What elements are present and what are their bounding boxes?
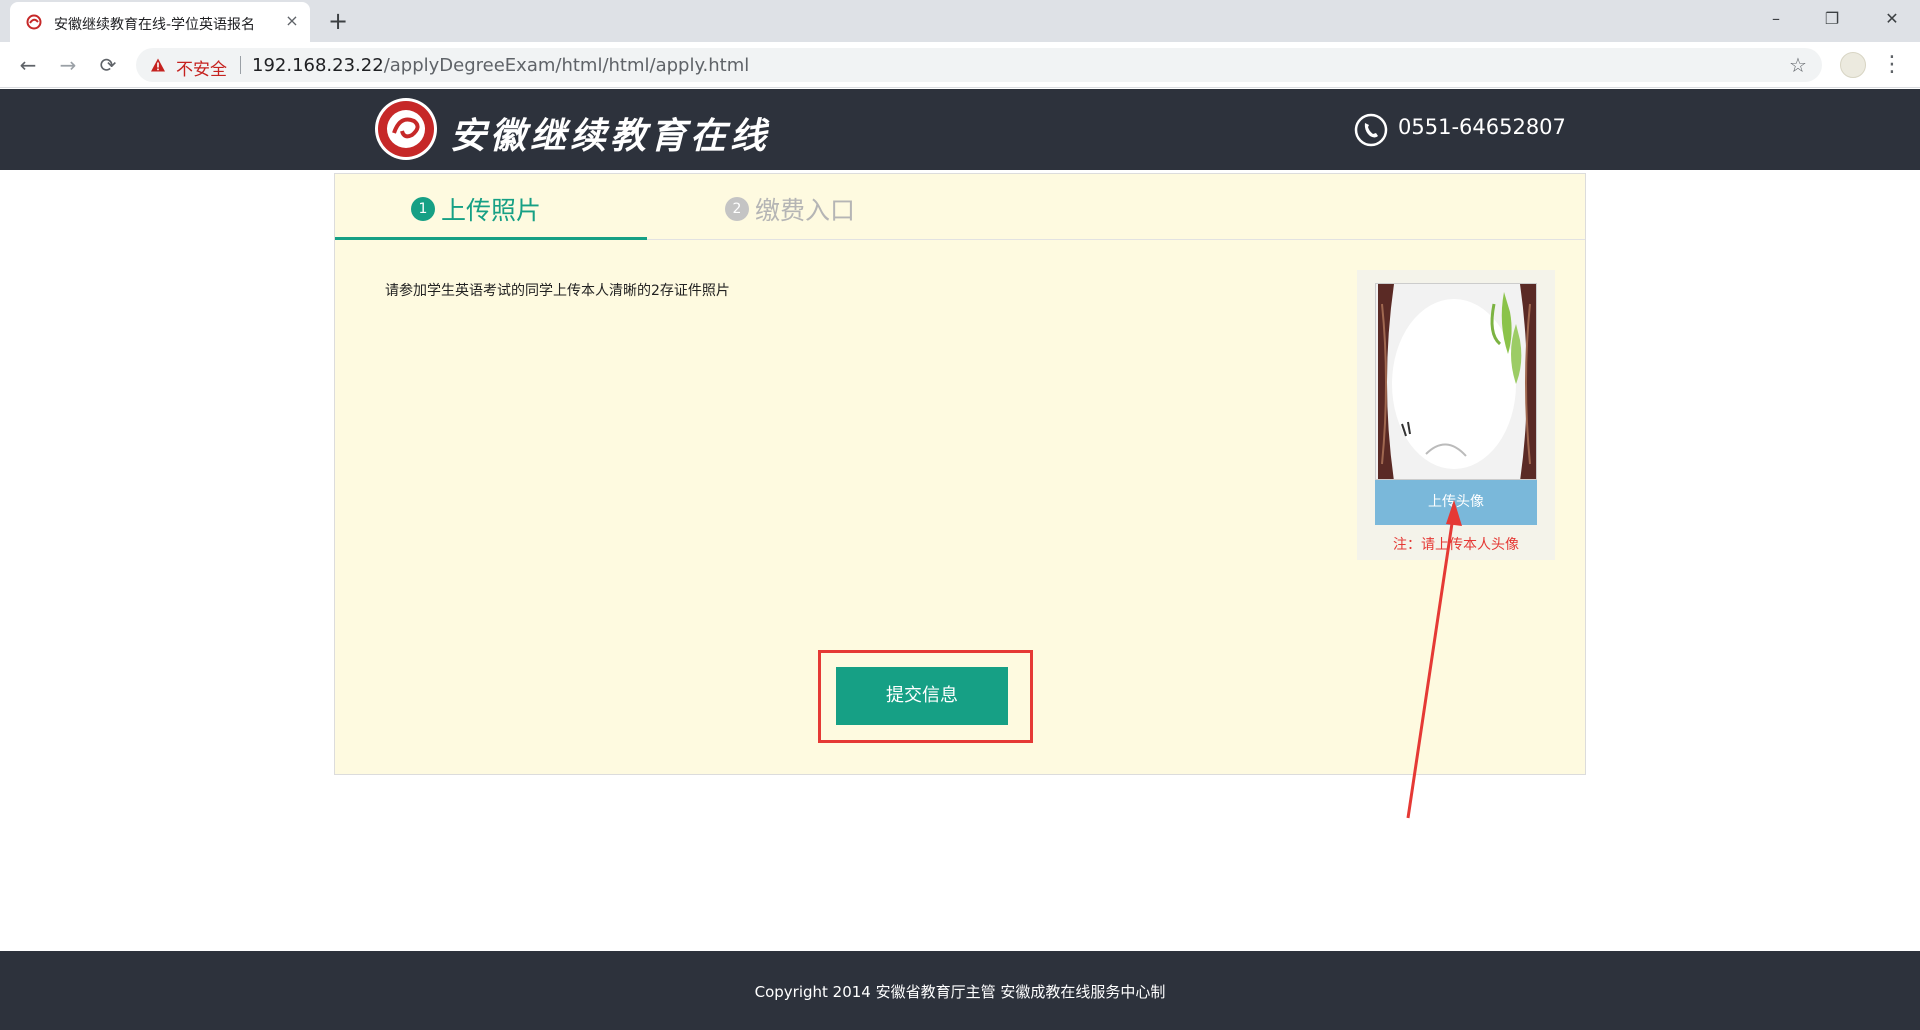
- url-path: /applyDegreeExam/html/html/apply.html: [383, 55, 750, 76]
- close-window-icon[interactable]: ✕: [1864, 0, 1920, 38]
- phone-number: 0551-64652807: [1398, 115, 1566, 139]
- site-favicon-icon: [26, 14, 42, 30]
- minimize-window-icon[interactable]: –: [1748, 0, 1804, 38]
- forward-arrow-icon[interactable]: →: [52, 49, 84, 81]
- browser-toolbar: ← → ⟳ 不安全 192.168.23.22/applyDegreeExam/…: [0, 42, 1920, 88]
- tab-title: 安徽继续教育在线-学位英语报名: [54, 17, 256, 33]
- site-logo-text: 安徽继续教育在线: [450, 115, 771, 157]
- step-label: 缴费入口: [755, 196, 856, 225]
- url-host: 192.168.23.22: [252, 55, 384, 76]
- back-arrow-icon[interactable]: ←: [12, 49, 44, 81]
- warning-triangle-icon: [151, 58, 165, 72]
- address-separator: [240, 56, 241, 74]
- copyright-text: Copyright 2014 安徽省教育厅主管 安徽成教在线服务中心制: [754, 983, 1166, 1001]
- tab-close-icon[interactable]: ×: [282, 11, 302, 31]
- step-payment[interactable]: 2 缴费入口: [335, 174, 935, 240]
- browser-tab[interactable]: 安徽继续教育在线-学位英语报名 ×: [10, 2, 310, 42]
- profile-avatar[interactable]: [1840, 52, 1866, 78]
- logo-seal-icon: [375, 98, 437, 160]
- photo-upload-box: 上传头像 注：请上传本人头像: [1357, 270, 1555, 560]
- bookmark-star-icon[interactable]: ☆: [1786, 53, 1810, 77]
- site-header: 安徽继续教育在线 0551-64652807: [0, 89, 1920, 170]
- phone-icon: [1354, 113, 1388, 147]
- address-bar[interactable]: 不安全 192.168.23.22/applyDegreeExam/html/h…: [136, 48, 1822, 82]
- step-number: 2: [725, 197, 749, 221]
- step-tabs: 1 上传照片 2 缴费入口: [335, 174, 1585, 240]
- url-text[interactable]: 192.168.23.22/applyDegreeExam/html/html/…: [252, 55, 749, 76]
- reload-icon[interactable]: ⟳: [92, 49, 124, 81]
- security-status-label[interactable]: 不安全: [176, 55, 227, 80]
- site-footer: Copyright 2014 安徽省教育厅主管 安徽成教在线服务中心制: [0, 951, 1920, 1030]
- browser-tab-strip: 安徽继续教育在线-学位英语报名 × + – ❐ ✕: [0, 0, 1920, 42]
- photo-preview: [1375, 283, 1537, 480]
- apply-panel: 1 上传照片 2 缴费入口 请参加学生英语考试的同学上传本人清晰的2存证件照片: [334, 173, 1586, 775]
- new-tab-button[interactable]: +: [324, 7, 352, 35]
- submit-info-button[interactable]: 提交信息: [836, 667, 1008, 725]
- maximize-window-icon[interactable]: ❐: [1804, 0, 1860, 38]
- photo-placeholder-image: [1376, 284, 1536, 479]
- upload-instruction: 请参加学生英语考试的同学上传本人清晰的2存证件照片: [385, 283, 730, 299]
- upload-avatar-button[interactable]: 上传头像: [1375, 480, 1537, 525]
- upload-note: 注：请上传本人头像: [1393, 537, 1519, 553]
- browser-menu-icon[interactable]: ⋮: [1880, 50, 1904, 80]
